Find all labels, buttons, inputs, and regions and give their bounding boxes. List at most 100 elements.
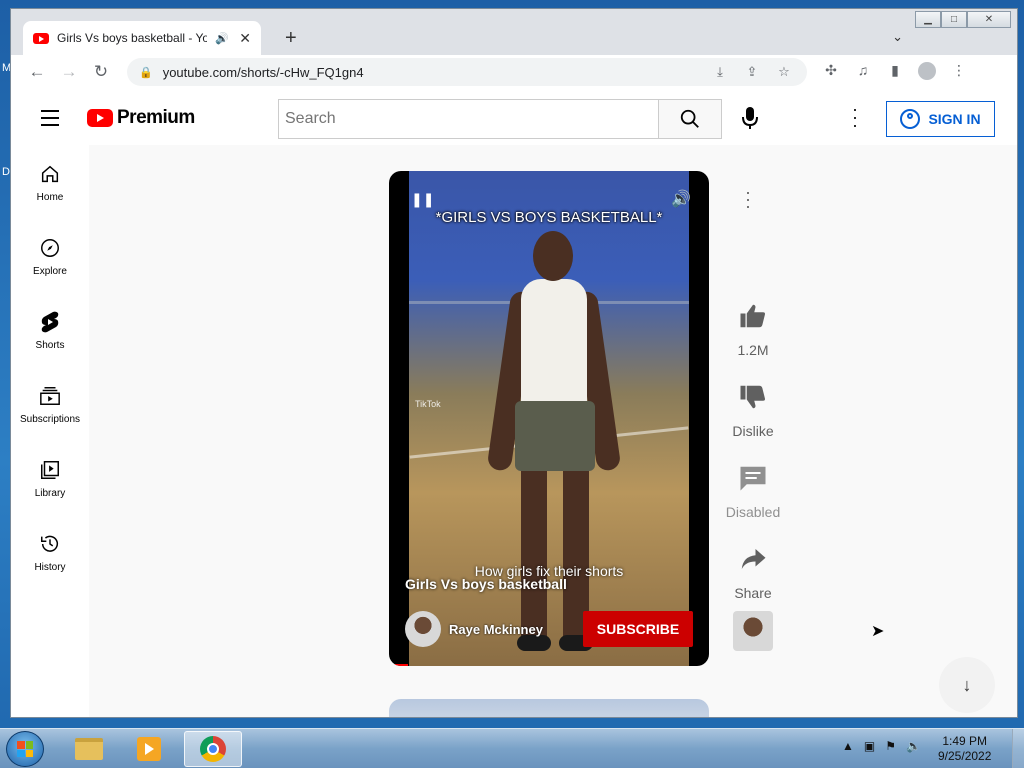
windows-logo-icon [17,741,33,757]
sidebar-item-subscriptions[interactable]: Subscriptions [11,367,89,441]
dislike-button[interactable]: Dislike [711,382,795,439]
tab-close-icon[interactable]: ✕ [239,30,251,47]
reload-icon[interactable]: ↻ [85,62,117,82]
desktop-text-fragment: D [2,166,10,178]
chrome-icon [200,736,226,762]
start-button[interactable] [6,731,44,767]
browser-menu-icon[interactable]: ⋮ [945,62,973,83]
thumbs-down-icon [740,385,765,409]
comments-button[interactable]: Disabled [711,463,795,520]
taskbar-explorer-button[interactable] [60,731,118,767]
microphone-icon [742,107,758,129]
browser-window: ▁ □ ✕ Girls Vs boys basketball - YouTube… [10,8,1018,718]
youtube-header: Premium ··· SIGN IN [11,89,1017,145]
windows-taskbar: ▲ ▣ ⚑ 🔈 1:49 PM 9/25/2022 [0,728,1024,768]
address-bar[interactable]: 🔒 youtube.com/shorts/-cHw_FQ1gn4 ⤓ ⇪ ☆ [127,58,807,86]
youtube-logo-icon [87,109,113,127]
sidebar-item-shorts[interactable]: Shorts [11,293,89,367]
tab-search-chevron-icon[interactable]: ⌄ [892,29,903,45]
video-progress-bar[interactable] [389,664,409,666]
settings-more-icon[interactable]: · · · [849,100,861,134]
sidebar-item-home[interactable]: Home [11,145,89,219]
thumbs-up-icon [740,304,765,328]
video-title[interactable]: Girls Vs boys basketball [405,576,567,592]
library-icon [38,458,62,482]
history-icon [38,532,62,556]
sidebar-item-history[interactable]: History [11,515,89,589]
side-panel-icon[interactable]: ▮ [881,62,909,83]
search-input[interactable] [285,110,653,128]
clock-date: 9/25/2022 [938,749,992,763]
tab-strip: Girls Vs boys basketball - YouTube 🔊 ✕ +… [23,21,1017,55]
voice-search-button[interactable] [735,103,765,133]
speaker-icon[interactable]: 🔈 [906,739,921,753]
youtube-logo[interactable]: Premium [87,107,195,129]
sidebar-item-label: Shorts [35,339,65,351]
account-icon [900,109,921,129]
like-button[interactable]: 1.2M [711,301,795,358]
profile-icon[interactable] [913,61,941,83]
sidebar-item-label: History [34,561,66,573]
share-label: Share [734,585,772,601]
sidebar-item-library[interactable]: Library [11,441,89,515]
network-icon[interactable]: ▣ [864,739,875,753]
system-clock[interactable]: 1:49 PM 9/25/2022 [938,734,991,764]
folder-icon [75,738,103,760]
next-short-preview[interactable] [389,699,709,717]
taskbar-chrome-button[interactable] [184,731,242,767]
share-button[interactable]: Share [711,544,795,601]
channel-name[interactable]: Raye Mckinney [449,622,543,637]
tray-expand-icon[interactable]: ▲ [842,739,854,753]
new-tab-button[interactable]: + [285,27,297,50]
more-actions-icon[interactable]: · · · [745,183,751,215]
pause-icon[interactable]: ❚❚ [411,191,434,208]
media-player-icon [137,737,161,761]
dislike-label: Dislike [732,423,774,439]
sidebar: Home Explore Shorts Subscriptions Librar… [11,145,89,717]
mouse-pointer-icon: ➤ [871,623,885,640]
volume-icon[interactable]: 🔊 [671,189,691,209]
install-app-icon[interactable]: ⤓ [709,64,731,80]
sidebar-item-label: Home [36,191,64,203]
extensions-puzzle-icon[interactable]: ✣ [817,62,845,83]
sign-in-button[interactable]: SIGN IN [886,101,995,137]
share-arrow-icon [741,549,766,569]
extension-area: ✣ ♫ ▮ ⋮ [817,61,973,83]
youtube-favicon-icon [33,32,49,44]
comment-icon [740,466,766,491]
search-box[interactable] [278,99,659,139]
subscribe-button[interactable]: SUBSCRIBE [583,611,693,647]
tiktok-watermark: TikTok [415,399,441,409]
arrow-down-icon: ↓ [962,674,972,695]
share-page-icon[interactable]: ⇪ [741,64,763,80]
channel-avatar[interactable] [405,611,441,647]
sidebar-item-explore[interactable]: Explore [11,219,89,293]
compass-icon [38,236,62,260]
comments-label: Disabled [725,504,781,520]
search-button[interactable] [658,99,722,139]
like-count: 1.2M [737,342,769,358]
url-text[interactable]: youtube.com/shorts/-cHw_FQ1gn4 [163,65,699,80]
lock-icon[interactable]: 🔒 [139,66,153,79]
tab-audio-icon[interactable]: 🔊 [215,32,229,45]
sidebar-item-label: Explore [33,265,67,277]
next-video-button[interactable]: ↓ [939,657,995,713]
search-icon [680,109,699,128]
home-icon [38,162,62,186]
sidebar-item-label: Library [34,487,66,499]
back-arrow-icon[interactable]: ← [21,62,53,82]
action-center-flag-icon[interactable]: ⚑ [885,739,896,753]
show-desktop-button[interactable] [1012,729,1024,768]
browser-tab[interactable]: Girls Vs boys basketball - YouTube 🔊 ✕ [23,21,261,55]
channel-info[interactable]: Raye Mckinney [405,611,543,647]
logo-text: Premium [117,107,195,128]
shorts-icon [38,310,62,334]
taskbar-media-player-button[interactable] [120,731,178,767]
forward-arrow-icon[interactable]: → [53,62,85,82]
bookmark-star-icon[interactable]: ☆ [773,64,795,80]
media-control-icon[interactable]: ♫ [849,62,877,83]
sound-source-avatar[interactable] [733,611,773,651]
youtube-page: Premium ··· SIGN IN Home [11,89,1017,717]
menu-icon[interactable] [41,110,59,131]
shorts-video-player[interactable]: *GIRLS VS BOYS BASKETBALL* TikTok How gi… [389,171,709,666]
